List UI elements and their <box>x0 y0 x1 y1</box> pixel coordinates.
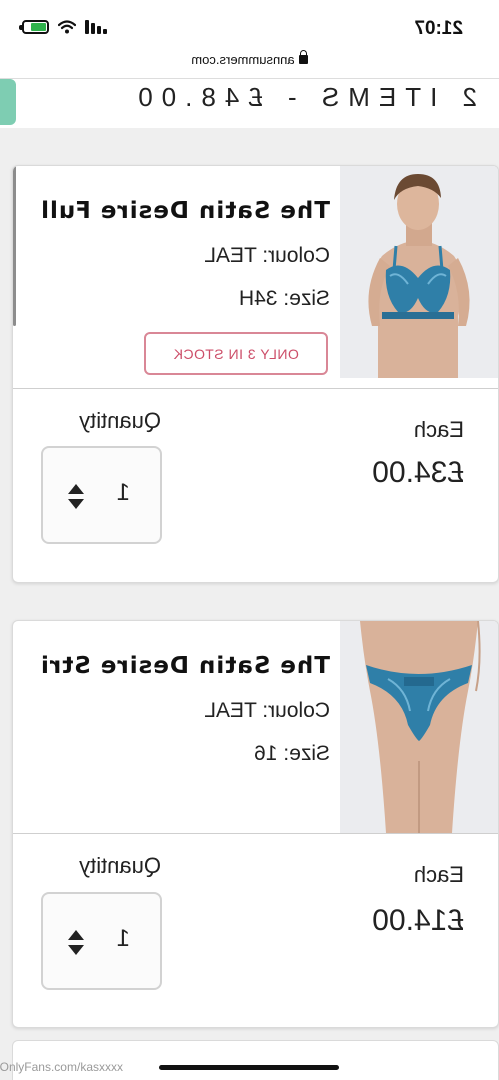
basket-summary-text: 2 ITEMS - £48.00 <box>129 82 477 112</box>
up-down-arrows-icon <box>68 484 84 510</box>
battery-charging-icon <box>22 19 49 34</box>
basket-summary: 2 ITEMS - £48.00 <box>0 78 499 128</box>
product-image-bra[interactable] <box>340 166 498 378</box>
product-size: Size: 34H <box>238 287 330 310</box>
scrollbar[interactable] <box>13 166 16 326</box>
up-down-arrows-icon <box>68 930 84 956</box>
basket-item-card: The Satin Desire Full Colour: TEAL Size:… <box>12 165 499 583</box>
quantity-select[interactable]: 1 <box>41 446 162 544</box>
checkout-tab[interactable] <box>0 79 16 125</box>
signal-bars-icon <box>85 19 107 34</box>
wifi-icon <box>58 19 76 33</box>
product-image-thong[interactable] <box>340 621 498 833</box>
home-indicator[interactable] <box>159 1065 339 1070</box>
mirrored-page: 21:07 annsummers.com 2 ITEMS - £48.00 Th… <box>0 0 499 1080</box>
product-colour: Colour: TEAL <box>204 244 330 267</box>
watermark: OnlyFans.com/kasxxxx <box>0 1060 124 1074</box>
unit-price: £14.00 <box>372 904 464 937</box>
each-label: Each <box>413 862 464 887</box>
each-label: Each <box>413 417 464 442</box>
product-title[interactable]: The Satin Desire Stri <box>40 653 330 679</box>
quantity-value: 1 <box>116 479 130 506</box>
lock-icon <box>298 55 308 64</box>
url-text: annsummers.com <box>191 52 295 67</box>
basket-item-card: The Satin Desire Stri Colour: TEAL Size:… <box>12 620 499 1028</box>
product-size: Size: 16 <box>254 742 330 765</box>
quantity-label: Quantity <box>79 408 161 433</box>
stock-badge: ONLY 3 IN STOCK <box>144 332 328 375</box>
card-divider <box>13 833 498 834</box>
quantity-select[interactable]: 1 <box>41 892 162 990</box>
address-bar[interactable]: annsummers.com <box>0 52 499 78</box>
bra-model-illustration <box>340 166 498 378</box>
unit-price: £34.00 <box>372 456 464 489</box>
thong-model-illustration <box>340 621 498 833</box>
quantity-label: Quantity <box>79 853 161 878</box>
battery-fill <box>31 22 46 31</box>
status-time: 21:07 <box>414 18 463 39</box>
card-divider <box>13 388 498 389</box>
quantity-value: 1 <box>116 925 130 952</box>
status-icons <box>22 19 107 34</box>
product-colour: Colour: TEAL <box>204 699 330 722</box>
status-bar: 21:07 <box>0 0 499 52</box>
product-title[interactable]: The Satin Desire Full <box>40 198 330 224</box>
